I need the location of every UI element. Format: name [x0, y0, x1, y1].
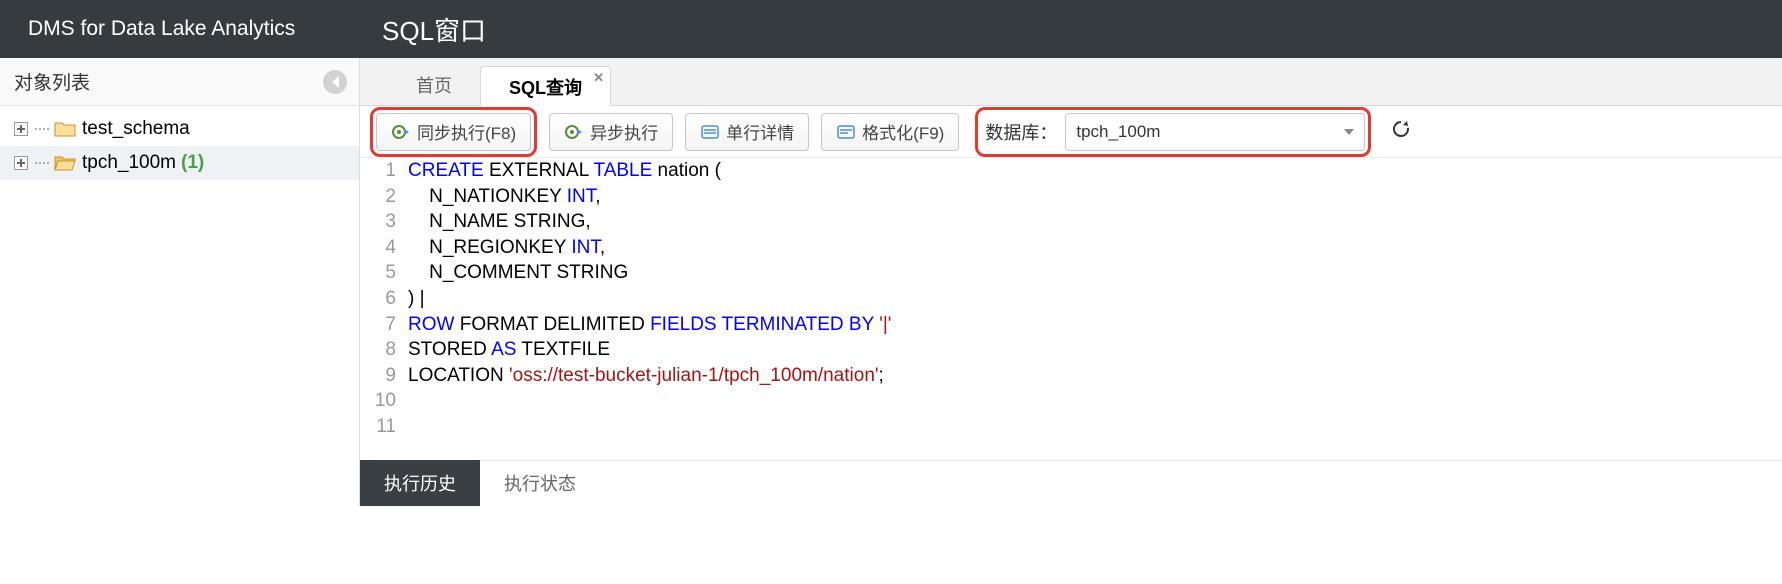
tree-item-label: tpch_100m [82, 152, 176, 174]
db-label: 数据库： [985, 119, 1057, 145]
refresh-icon [1391, 122, 1411, 144]
code-line[interactable]: N_COMMENT STRING [408, 260, 891, 286]
code-line[interactable]: N_REGIONKEY INT, [408, 235, 891, 261]
highlight-db-select: 数据库： tpch_100m [975, 107, 1371, 157]
result-tab[interactable]: 执行状态 [480, 460, 600, 506]
editor-tab[interactable]: 首页 [388, 65, 480, 105]
gear-run-icon [564, 122, 584, 142]
result-tabs: 执行历史执行状态 [360, 460, 1782, 506]
async-run-label: 异步执行 [590, 119, 658, 144]
db-select-value: tpch_100m [1076, 122, 1160, 142]
page-title: SQL窗口 [360, 11, 486, 48]
app-brand: DMS for Data Lake Analytics [0, 17, 360, 41]
code-line[interactable]: LOCATION 'oss://test-bucket-julian-1/tpc… [408, 363, 891, 389]
tab-label: 首页 [416, 72, 452, 98]
row-detail-label: 单行详情 [726, 119, 794, 144]
list-icon [700, 122, 720, 142]
code-line[interactable] [408, 414, 891, 440]
line-number: 2 [360, 184, 396, 210]
line-number: 5 [360, 260, 396, 286]
line-gutter: 1234567891011 [360, 158, 402, 440]
sidebar-title: 对象列表 [14, 68, 90, 95]
tree-item[interactable]: test_schema [0, 112, 359, 146]
code-line[interactable]: N_NATIONKEY INT, [408, 184, 891, 210]
line-number: 1 [360, 158, 396, 184]
code-line[interactable] [408, 388, 891, 414]
line-number: 6 [360, 286, 396, 312]
object-tree: test_schema tpch_100m(1) [0, 106, 359, 186]
result-tab[interactable]: 执行历史 [360, 460, 480, 506]
expand-icon[interactable] [14, 156, 28, 170]
chevron-down-icon [1344, 129, 1354, 135]
close-icon[interactable]: ✕ [593, 71, 604, 84]
sidebar-header: 对象列表 [0, 58, 359, 106]
folder-icon [54, 120, 76, 138]
tree-connector [34, 162, 50, 164]
format-button[interactable]: 格式化(F9) [821, 113, 959, 151]
line-number: 4 [360, 235, 396, 261]
editor-tab[interactable]: SQL查询 ✕ [480, 66, 611, 106]
code-line[interactable]: ) | [408, 286, 891, 312]
tab-label: SQL查询 [509, 74, 582, 100]
db-select[interactable]: tpch_100m [1065, 113, 1365, 151]
line-number: 9 [360, 363, 396, 389]
line-number: 7 [360, 312, 396, 338]
line-number: 11 [360, 414, 396, 440]
sync-run-button[interactable]: 同步执行(F8) [376, 113, 531, 151]
line-number: 10 [360, 388, 396, 414]
toolbar: 同步执行(F8) 异步执行 单行详情 格式化(F9) [360, 106, 1782, 158]
main-area: 首页 SQL查询 ✕ 同步执行(F8) 异步执行 [360, 58, 1782, 506]
tree-item-label: test_schema [82, 118, 190, 140]
editor-tabs: 首页 SQL查询 ✕ [360, 58, 1782, 106]
tree-item[interactable]: tpch_100m(1) [0, 146, 359, 180]
code-area[interactable]: CREATE EXTERNAL TABLE nation ( N_NATIONK… [402, 158, 891, 440]
sidebar-collapse-icon[interactable] [323, 70, 347, 94]
code-line[interactable]: STORED AS TEXTFILE [408, 337, 891, 363]
line-number: 3 [360, 209, 396, 235]
gear-run-icon [391, 122, 411, 142]
row-detail-button[interactable]: 单行详情 [685, 113, 809, 151]
expand-icon[interactable] [14, 122, 28, 136]
async-run-button[interactable]: 异步执行 [549, 113, 673, 151]
sidebar: 对象列表 test_schema tpch_100m(1) [0, 58, 360, 506]
code-line[interactable]: CREATE EXTERNAL TABLE nation ( [408, 158, 891, 184]
highlight-sync-run: 同步执行(F8) [370, 107, 537, 157]
code-line[interactable]: ROW FORMAT DELIMITED FIELDS TERMINATED B… [408, 312, 891, 338]
format-icon [836, 122, 856, 142]
tree-item-count: (1) [181, 152, 204, 174]
header-bar: DMS for Data Lake Analytics SQL窗口 [0, 0, 1782, 58]
line-number: 8 [360, 337, 396, 363]
folder-open-icon [54, 154, 76, 172]
tree-connector [34, 128, 50, 130]
sync-run-label: 同步执行(F8) [417, 119, 516, 144]
refresh-button[interactable] [1391, 119, 1411, 145]
sql-editor[interactable]: 1234567891011 CREATE EXTERNAL TABLE nati… [360, 158, 1782, 440]
code-line[interactable]: N_NAME STRING, [408, 209, 891, 235]
format-label: 格式化(F9) [862, 119, 944, 144]
